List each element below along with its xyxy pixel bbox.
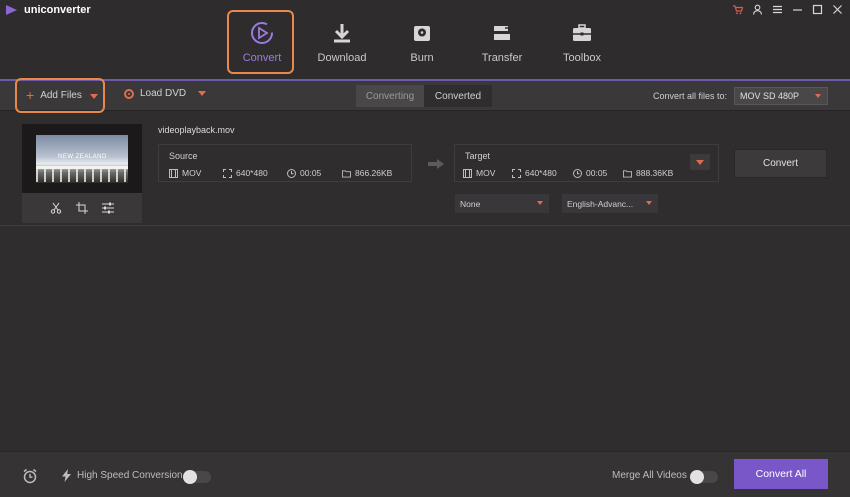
resolution-icon xyxy=(512,168,521,178)
load-dvd-dropdown-icon[interactable] xyxy=(198,91,207,96)
close-icon[interactable] xyxy=(830,2,844,16)
tab-converted[interactable]: Converted xyxy=(424,85,492,107)
file-list-item: NEW ZEALAND videoplayback.mov Source MOV… xyxy=(0,112,850,226)
source-size-value: 866.26KB xyxy=(355,168,393,178)
output-format-select[interactable]: MOV SD 480P xyxy=(734,87,828,105)
target-format-value: MOV xyxy=(476,168,496,178)
source-title: Source xyxy=(169,151,198,161)
target-size: 888.36KB xyxy=(623,168,673,178)
video-thumbnail[interactable]: NEW ZEALAND xyxy=(22,124,142,223)
target-format-dropdown[interactable] xyxy=(690,154,710,170)
download-icon xyxy=(329,20,355,46)
convert-button[interactable]: Convert xyxy=(734,149,827,178)
nav-burn[interactable]: Burn xyxy=(382,10,462,74)
target-resolution-value: 640*480 xyxy=(525,168,557,178)
clock-icon xyxy=(573,168,582,178)
menu-icon[interactable] xyxy=(770,2,784,16)
thumbnail-rail xyxy=(36,166,128,169)
audio-track-select[interactable]: English-Advanc... xyxy=(562,194,658,213)
nav-toolbox[interactable]: Toolbox xyxy=(542,10,622,74)
transfer-icon xyxy=(489,20,515,46)
burn-icon xyxy=(409,20,435,46)
account-icon[interactable] xyxy=(750,2,764,16)
source-resolution: 640*480 xyxy=(223,168,268,178)
clock-icon xyxy=(287,168,296,178)
output-format-value: MOV SD 480P xyxy=(740,91,800,101)
target-format: MOV xyxy=(463,168,495,178)
convert-all-to-label: Convert all files to: xyxy=(653,91,728,101)
crop-icon[interactable] xyxy=(76,202,88,214)
dvd-icon xyxy=(124,88,134,99)
film-icon xyxy=(169,168,178,178)
window-controls xyxy=(730,2,844,16)
arrow-right-icon xyxy=(428,159,444,169)
resolution-icon xyxy=(223,168,232,178)
add-files-highlight xyxy=(15,78,105,113)
minimize-icon[interactable] xyxy=(790,2,804,16)
schedule-alarm-icon[interactable] xyxy=(22,468,38,484)
chevron-down-icon xyxy=(646,201,652,205)
trim-icon[interactable] xyxy=(50,202,62,214)
cart-icon[interactable] xyxy=(730,2,744,16)
film-icon xyxy=(463,168,472,178)
chevron-down-icon xyxy=(537,201,543,205)
nav-download-label: Download xyxy=(317,52,367,64)
target-duration-value: 00:05 xyxy=(586,168,608,178)
high-speed-toggle[interactable] xyxy=(183,470,211,484)
high-speed-conversion: High Speed Conversion xyxy=(62,469,183,482)
folder-icon xyxy=(342,169,351,178)
target-title: Target xyxy=(465,151,491,161)
maximize-icon[interactable] xyxy=(810,2,824,16)
nav-download[interactable]: Download xyxy=(302,10,382,74)
audio-track-value: English-Advanc... xyxy=(567,198,634,209)
app-title: uniconverter xyxy=(24,4,91,16)
nav-convert-highlight xyxy=(227,10,294,74)
source-resolution-value: 640*480 xyxy=(236,168,268,178)
merge-toggle[interactable] xyxy=(690,470,718,484)
status-tabs: Converting Converted xyxy=(356,85,492,107)
target-resolution: 640*480 xyxy=(512,168,557,178)
target-duration: 00:05 xyxy=(573,168,607,178)
convert-all-button[interactable]: Convert All xyxy=(734,459,828,489)
folder-icon xyxy=(623,169,632,178)
lightning-icon xyxy=(62,469,71,482)
target-info: Target MOV 640*480 00:05 888.36KB xyxy=(454,144,719,182)
source-duration-value: 00:05 xyxy=(300,168,322,178)
app-logo-icon xyxy=(6,5,17,15)
load-dvd-label: Load DVD xyxy=(140,88,187,99)
thumbnail-railing xyxy=(36,168,128,182)
source-duration: 00:05 xyxy=(287,168,321,178)
chevron-down-icon xyxy=(696,159,704,165)
top-bar: uniconverter Convert Download Burn Trans… xyxy=(0,0,850,80)
nav-transfer-label: Transfer xyxy=(481,52,523,64)
nav-transfer[interactable]: Transfer xyxy=(462,10,542,74)
thumbnail-toolbar xyxy=(22,193,142,223)
file-name: videoplayback.mov xyxy=(158,125,235,135)
merge-label: Merge All Videos xyxy=(612,470,687,481)
source-format-value: MOV xyxy=(182,168,202,178)
nav-toolbox-label: Toolbox xyxy=(563,52,601,64)
target-size-value: 888.36KB xyxy=(636,168,674,178)
thumbnail-overlay-text: NEW ZEALAND xyxy=(58,154,107,160)
source-info: Source MOV 640*480 00:05 866.26KB xyxy=(158,144,412,182)
load-dvd-button[interactable]: Load DVD xyxy=(124,88,207,99)
source-size: 866.26KB xyxy=(342,168,392,178)
subtitle-select[interactable]: None xyxy=(455,194,549,213)
bottom-bar: High Speed Conversion Merge All Videos C… xyxy=(0,451,850,497)
chevron-down-icon xyxy=(815,94,821,98)
tab-converting[interactable]: Converting xyxy=(356,85,424,107)
effects-icon[interactable] xyxy=(102,202,114,214)
source-format: MOV xyxy=(169,168,201,178)
high-speed-label: High Speed Conversion xyxy=(77,470,183,481)
nav-burn-label: Burn xyxy=(410,52,434,64)
toolbox-icon xyxy=(569,20,595,46)
subtitle-value: None xyxy=(460,198,481,209)
